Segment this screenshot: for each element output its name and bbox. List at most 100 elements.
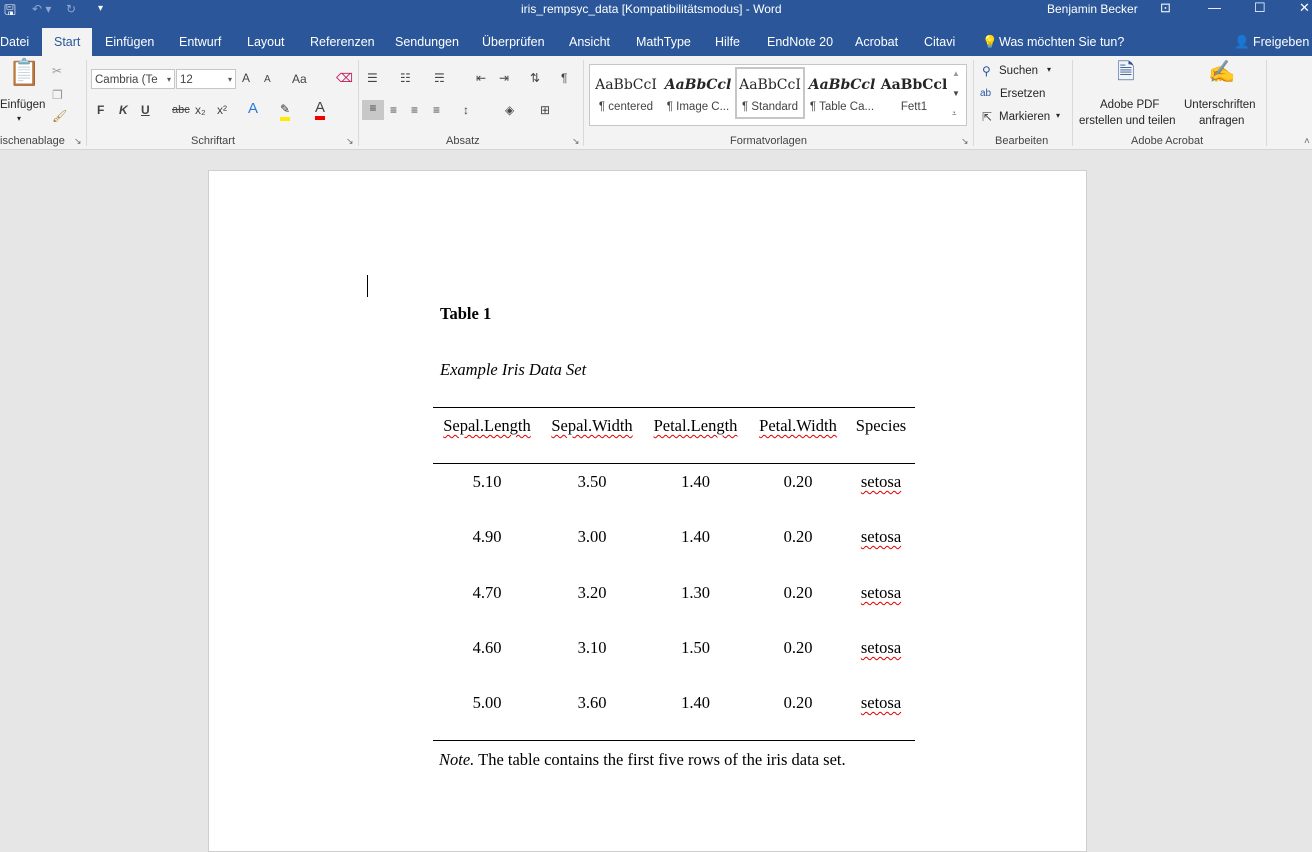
font-size-select[interactable]: 12 ▾ bbox=[176, 69, 236, 89]
align-right-icon[interactable]: ≡ bbox=[411, 102, 418, 118]
tab-hilfe[interactable]: Hilfe bbox=[715, 28, 740, 56]
request-signatures-icon[interactable]: ✍ bbox=[1208, 61, 1235, 83]
user-name[interactable]: Benjamin Becker bbox=[1047, 0, 1138, 18]
decrease-indent-icon[interactable]: ⇤ bbox=[476, 70, 486, 86]
font-launcher-icon[interactable]: ↘ bbox=[346, 136, 354, 147]
styles-launcher-icon[interactable]: ↘ bbox=[961, 136, 969, 147]
ribbon-display-options-icon[interactable]: ⊡ bbox=[1160, 0, 1171, 16]
replace-button[interactable]: Ersetzen bbox=[1000, 88, 1045, 100]
create-pdf-label-2[interactable]: erstellen und teilen bbox=[1079, 115, 1176, 127]
replace-icon: ab bbox=[980, 88, 992, 99]
find-dropdown-icon[interactable]: ▾ bbox=[1047, 65, 1051, 74]
tab-acrobat[interactable]: Acrobat bbox=[855, 28, 898, 56]
font-color-icon[interactable]: A bbox=[315, 100, 326, 120]
undo-icon[interactable]: ↶ ▾ bbox=[32, 0, 51, 18]
style-centered[interactable]: AaBbCcI ¶ centered bbox=[591, 67, 661, 119]
paste-dropdown-icon[interactable]: ▾ bbox=[17, 114, 21, 123]
show-formatting-icon[interactable]: ¶ bbox=[561, 70, 567, 86]
collapse-ribbon-icon[interactable]: ˄ bbox=[1304, 136, 1310, 147]
change-case-button[interactable]: Aa bbox=[292, 71, 307, 87]
increase-indent-icon[interactable]: ⇥ bbox=[499, 70, 509, 86]
paragraph-launcher-icon[interactable]: ↘ bbox=[572, 136, 580, 147]
table-cell: 1.40 bbox=[681, 693, 710, 712]
multilevel-list-icon[interactable]: ☴ bbox=[434, 70, 445, 86]
tab-layout[interactable]: Layout bbox=[247, 28, 285, 56]
strikethrough-button[interactable]: abc bbox=[172, 102, 190, 118]
borders-icon[interactable]: ⊞ bbox=[540, 102, 550, 118]
copy-icon[interactable]: ❐ bbox=[52, 87, 63, 103]
style-table-caption[interactable]: AaBbCcl ¶ Table Ca... bbox=[807, 67, 877, 119]
divider bbox=[86, 60, 87, 146]
numbering-icon[interactable]: ☷ bbox=[400, 70, 411, 86]
justify-icon[interactable]: ≡ bbox=[433, 102, 440, 118]
style-standard[interactable]: AaBbCcI ¶ Standard bbox=[735, 67, 805, 119]
note-text: The table contains the first five rows o… bbox=[474, 750, 846, 769]
tell-me-search[interactable]: Was möchten Sie tun? bbox=[999, 28, 1124, 56]
gallery-more-icon[interactable]: ⩡ bbox=[952, 106, 957, 122]
shading-icon[interactable]: ◈ bbox=[505, 102, 514, 118]
paste-button[interactable]: Einfügen bbox=[0, 99, 45, 111]
table-cell: 0.20 bbox=[783, 472, 813, 491]
grow-font-icon[interactable]: A bbox=[242, 70, 250, 86]
subscript-button[interactable]: x₂ bbox=[195, 102, 206, 118]
style-image-caption[interactable]: AaBbCcl ¶ Image C... bbox=[663, 67, 733, 119]
gallery-scroll-down-icon[interactable]: ▼ bbox=[952, 86, 960, 102]
create-pdf-label-1[interactable]: Adobe PDF bbox=[1100, 99, 1159, 111]
maximize-icon[interactable]: ☐ bbox=[1254, 0, 1266, 16]
customize-quick-access-icon[interactable]: ▾ bbox=[98, 0, 103, 18]
style-name: ¶ centered bbox=[598, 101, 654, 113]
table-header-rule bbox=[433, 463, 915, 464]
find-button[interactable]: Suchen bbox=[999, 65, 1038, 77]
select-button[interactable]: Markieren bbox=[999, 111, 1050, 123]
table-title: Example Iris Data Set bbox=[440, 360, 587, 379]
highlight-icon[interactable]: ✎ bbox=[280, 101, 291, 121]
shrink-font-icon[interactable]: A bbox=[264, 72, 271, 88]
document-page[interactable]: Table 1 Example Iris Data Set Sepal.Leng… bbox=[208, 170, 1087, 852]
table-cell: 3.10 bbox=[577, 638, 607, 657]
font-size-value: 12 bbox=[180, 74, 193, 86]
tab-endnote[interactable]: EndNote 20 bbox=[767, 28, 833, 56]
ribbon: 📋 Einfügen ▾ ✂ ❐ 🖌 ischenablage ↘ Cambri… bbox=[0, 56, 1312, 150]
create-pdf-icon[interactable]: 🗎 bbox=[1117, 61, 1135, 83]
tab-einfuegen[interactable]: Einfügen bbox=[105, 28, 154, 56]
request-signatures-label-2[interactable]: anfragen bbox=[1199, 115, 1244, 127]
align-center-icon[interactable]: ≡ bbox=[390, 102, 397, 118]
italic-button[interactable]: K bbox=[119, 102, 128, 118]
sort-icon[interactable]: ⇅ bbox=[530, 70, 540, 86]
save-icon[interactable]: 🖫 bbox=[4, 1, 16, 19]
text-effects-icon[interactable]: A bbox=[248, 101, 258, 117]
redo-icon[interactable]: ↻ bbox=[66, 0, 76, 18]
close-icon[interactable]: ✕ bbox=[1299, 0, 1310, 16]
paste-icon[interactable]: 📋 bbox=[8, 59, 40, 85]
bold-button[interactable]: F bbox=[97, 102, 104, 118]
tab-sendungen[interactable]: Sendungen bbox=[395, 28, 459, 56]
clipboard-launcher-icon[interactable]: ↘ bbox=[74, 136, 82, 147]
tab-entwurf[interactable]: Entwurf bbox=[179, 28, 221, 56]
style-preview: AaBbCcl bbox=[880, 77, 948, 93]
clear-formatting-icon[interactable]: ⌫ bbox=[336, 70, 353, 86]
minimize-icon[interactable]: — bbox=[1208, 0, 1221, 15]
gallery-scroll-up-icon[interactable]: ▲ bbox=[952, 66, 960, 82]
table-cell: 3.00 bbox=[577, 527, 607, 546]
bullets-icon[interactable]: ☰ bbox=[367, 70, 378, 86]
tab-mathtype[interactable]: MathType bbox=[636, 28, 691, 56]
tab-citavi[interactable]: Citavi bbox=[924, 28, 955, 56]
style-fett1[interactable]: AaBbCcl Fett1 bbox=[879, 67, 949, 119]
tab-datei[interactable]: Datei bbox=[0, 28, 29, 56]
tab-ueberpruefen[interactable]: Überprüfen bbox=[482, 28, 545, 56]
cut-icon[interactable]: ✂ bbox=[52, 63, 62, 79]
font-family-select[interactable]: Cambria (Te ▾ bbox=[91, 69, 175, 89]
tab-start[interactable]: Start bbox=[42, 28, 93, 56]
format-painter-icon[interactable]: 🖌 bbox=[52, 108, 67, 124]
line-spacing-icon[interactable]: ↕ bbox=[463, 102, 469, 118]
align-left-icon[interactable]: ≡ bbox=[362, 100, 384, 120]
tab-ansicht[interactable]: Ansicht bbox=[569, 28, 610, 56]
superscript-button[interactable]: x² bbox=[217, 102, 227, 118]
tab-referenzen[interactable]: Referenzen bbox=[310, 28, 375, 56]
request-signatures-label-1[interactable]: Unterschriften bbox=[1184, 99, 1256, 111]
chevron-down-icon: ▾ bbox=[166, 75, 171, 84]
chevron-down-icon: ▾ bbox=[227, 75, 232, 84]
underline-button[interactable]: U bbox=[141, 102, 150, 118]
share-button[interactable]: Freigeben bbox=[1253, 28, 1309, 56]
select-dropdown-icon[interactable]: ▾ bbox=[1056, 111, 1060, 120]
